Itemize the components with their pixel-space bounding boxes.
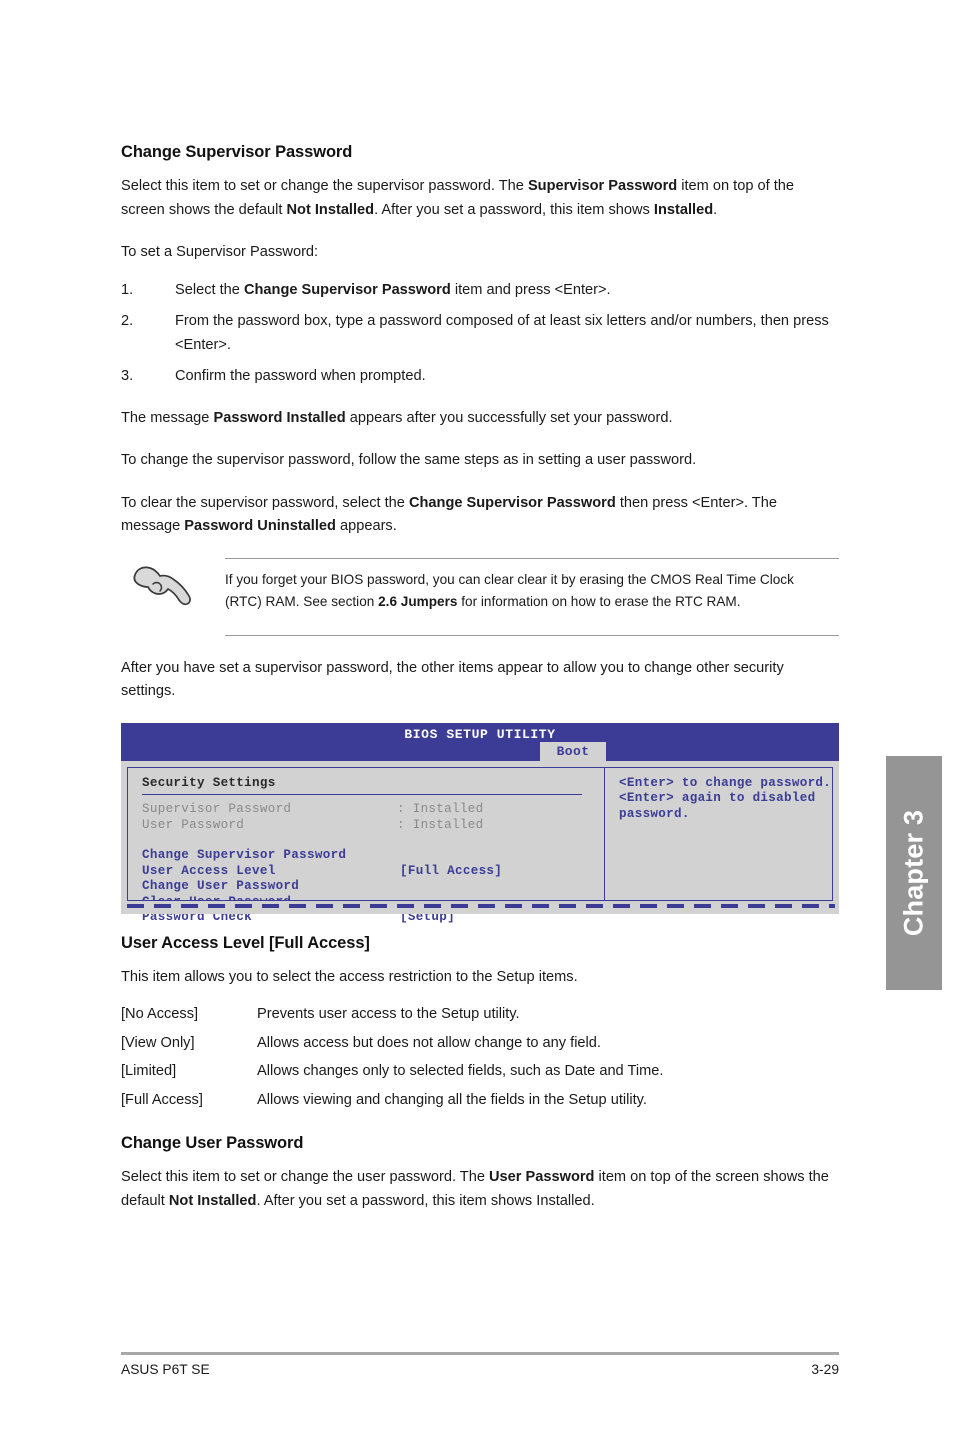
footer-divider bbox=[121, 1352, 839, 1355]
bold-supervisor-password: Supervisor Password bbox=[527, 178, 678, 194]
paragraph-clear-supervisor-password: To clear the supervisor password, select… bbox=[121, 492, 839, 539]
text-span: . bbox=[713, 201, 718, 218]
list-item: 2. From the password box, type a password… bbox=[121, 310, 839, 357]
bios-help-panel: <Enter> to change password. <Enter> agai… bbox=[604, 766, 833, 901]
text-span: item and press <Enter>. bbox=[450, 281, 611, 298]
bold-change-supervisor-password: Change Supervisor Password bbox=[408, 494, 616, 511]
row-value: : Installed bbox=[397, 802, 484, 816]
bios-menu-item-change-user-password[interactable]: Change User Password bbox=[142, 879, 604, 895]
list-item: [Limited] Allows changes only to selecte… bbox=[121, 1060, 839, 1084]
text-span: appears after you successfully set your … bbox=[345, 409, 673, 426]
definition-term: [Full Access] bbox=[121, 1091, 203, 1108]
bios-settings-panel: Security Settings Supervisor Password : I… bbox=[127, 766, 604, 924]
bold-not-installed: Not Installed bbox=[168, 1192, 257, 1209]
text-span: Select this item to set or change the us… bbox=[121, 1169, 490, 1185]
row-value: [Full Access] bbox=[400, 863, 503, 878]
document-page: Change Supervisor Password Select this i… bbox=[0, 0, 954, 1438]
page-title-change-supervisor-password: Change Supervisor Password bbox=[121, 143, 353, 161]
list-item: 3. Confirm the password when prompted. bbox=[121, 365, 839, 389]
paragraph-password-installed: The message Password Installed appears a… bbox=[121, 407, 839, 431]
list-item: [No Access] Prevents user access to the … bbox=[121, 1003, 839, 1027]
bios-row-user-password-status: User Password : Installed bbox=[142, 818, 604, 834]
row-label: User Access Level bbox=[142, 863, 276, 878]
row-label: Change User Password bbox=[142, 879, 300, 893]
text-span: From the password box, type a password c… bbox=[175, 313, 829, 353]
note-text: If you forget your BIOS password, you ca… bbox=[225, 558, 839, 624]
list-item: [Full Access] Allows viewing and changin… bbox=[121, 1089, 839, 1113]
bios-title: BIOS SETUP UTILITY bbox=[404, 726, 556, 742]
page-title-user-access-level: User Access Level [Full Access] bbox=[121, 933, 370, 952]
row-label: Change Supervisor Password bbox=[142, 848, 347, 862]
divider bbox=[142, 793, 582, 795]
paragraph-user-access-level-intro: This item allows you to select the acces… bbox=[121, 968, 578, 985]
text-span: appears. bbox=[335, 518, 397, 534]
text-span: To clear the supervisor password, select… bbox=[121, 494, 409, 511]
bios-setup-screenshot: BIOS SETUP UTILITY Boot Security Setting… bbox=[121, 722, 839, 924]
paragraph-change-user-password: Select this item to set or change the us… bbox=[121, 1166, 839, 1213]
note-callout: If you forget your BIOS password, you ca… bbox=[121, 557, 839, 636]
divider-bottom bbox=[225, 634, 839, 636]
definition-description: Allows viewing and changing all the fiel… bbox=[257, 1091, 647, 1108]
paragraph-change-supervisor-steps: To change the supervisor password, follo… bbox=[121, 452, 697, 468]
list-item: 1. Select the Change Supervisor Password … bbox=[121, 279, 839, 303]
step-number: 3. bbox=[121, 368, 134, 384]
text-span: Select the bbox=[175, 281, 244, 298]
bios-menu-item-user-access-level[interactable]: User Access Level [Full Access] bbox=[142, 864, 604, 880]
step-number: 2. bbox=[121, 313, 134, 329]
step-number: 1. bbox=[121, 281, 134, 298]
bold-password-installed: Password Installed bbox=[213, 409, 346, 426]
bios-row-supervisor-password-status: Supervisor Password : Installed bbox=[142, 802, 604, 818]
access-level-definition-list: [No Access] Prevents user access to the … bbox=[121, 1003, 839, 1112]
bold-change-supervisor-password: Change Supervisor Password bbox=[243, 281, 451, 298]
text-span: . After you set a password, this item sh… bbox=[374, 201, 654, 218]
footer-product-name: ASUS P6T SE bbox=[121, 1362, 210, 1377]
row-value: : Installed bbox=[397, 817, 484, 832]
bios-panel-heading: Security Settings bbox=[142, 775, 276, 790]
definition-term: [View Only] bbox=[121, 1034, 195, 1051]
definition-term: [No Access] bbox=[121, 1006, 199, 1022]
definition-description: Allows access but does not allow change … bbox=[257, 1034, 601, 1051]
text-span: The message bbox=[121, 409, 214, 426]
paragraph-after-supervisor-set: After you have set a supervisor password… bbox=[121, 659, 784, 700]
footer-page-number: 3-29 bbox=[811, 1362, 839, 1377]
bios-body: Security Settings Supervisor Password : I… bbox=[121, 760, 839, 924]
bold-not-installed: Not Installed bbox=[286, 201, 375, 218]
list-item: [View Only] Allows access but does not a… bbox=[121, 1032, 839, 1056]
bios-header-bar: BIOS SETUP UTILITY Boot bbox=[121, 722, 839, 761]
row-label: User Password bbox=[142, 817, 245, 832]
bold-installed: Installed bbox=[653, 201, 714, 218]
tab-boot[interactable]: Boot bbox=[540, 741, 606, 761]
bold-password-uninstalled: Password Uninstalled bbox=[184, 518, 336, 534]
page-title-change-user-password: Change User Password bbox=[121, 1134, 304, 1152]
divider-top bbox=[225, 557, 839, 559]
definition-description: Allows changes only to selected fields, … bbox=[257, 1063, 664, 1079]
text-span: Confirm the password when prompted. bbox=[175, 368, 426, 384]
paragraph-supervisor-intro: Select this item to set or change the su… bbox=[121, 175, 839, 222]
page-footer: ASUS P6T SE 3-29 bbox=[121, 1362, 839, 1377]
ordered-steps-list: 1. Select the Change Supervisor Password … bbox=[121, 279, 839, 389]
text-span: . After you set a password, this item sh… bbox=[256, 1192, 595, 1209]
chapter-side-tab: Chapter 3 bbox=[886, 756, 942, 990]
text-span: for information on how to erase the RTC … bbox=[457, 593, 741, 609]
bios-help-text: <Enter> to change password. <Enter> agai… bbox=[619, 775, 832, 821]
bios-menu-item-change-supervisor-password[interactable]: Change Supervisor Password bbox=[142, 848, 604, 864]
content-column: Change Supervisor Password Select this i… bbox=[121, 143, 839, 1232]
definition-description: Prevents user access to the Setup utilit… bbox=[257, 1006, 520, 1022]
definition-term: [Limited] bbox=[121, 1063, 177, 1079]
chapter-tab-label: Chapter 3 bbox=[898, 809, 929, 937]
text-span: Select this item to set or change the su… bbox=[121, 178, 528, 194]
bios-crop-edge bbox=[121, 900, 839, 914]
paragraph-steps-lead: To set a Supervisor Password: bbox=[121, 244, 319, 260]
bold-jumpers-reference: 2.6 Jumpers bbox=[378, 593, 458, 609]
pointing-hand-icon bbox=[129, 562, 197, 614]
bold-user-password: User Password bbox=[489, 1169, 595, 1185]
row-label: Supervisor Password bbox=[142, 802, 292, 816]
